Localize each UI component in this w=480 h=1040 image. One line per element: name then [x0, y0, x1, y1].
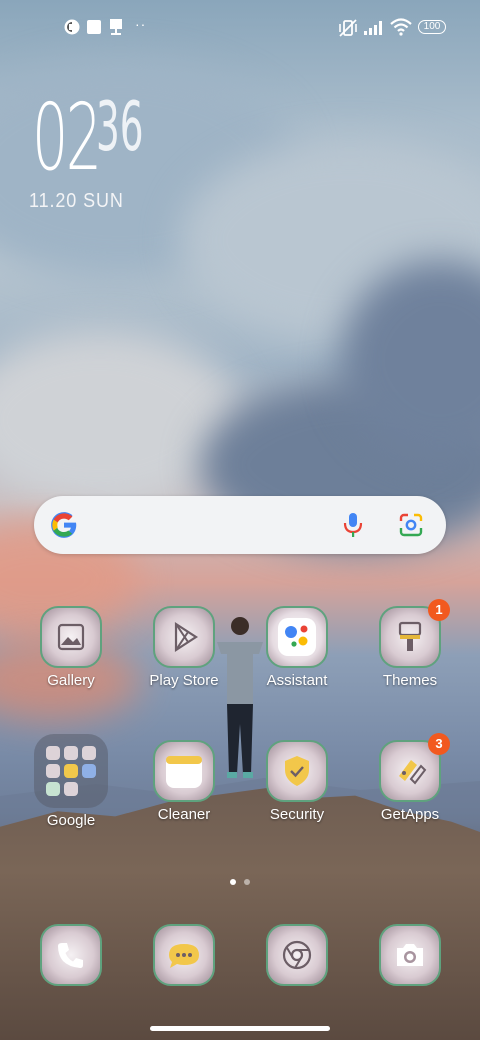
google-lens-icon[interactable]: [398, 512, 424, 538]
wifi-icon: [390, 18, 412, 36]
security-shield-icon: [266, 740, 328, 802]
play-store-icon: [153, 606, 215, 668]
dock-chrome[interactable]: [247, 924, 347, 986]
battery-level: 100: [423, 21, 441, 32]
app-label: Themes: [382, 672, 438, 689]
app-label: Cleaner: [157, 806, 211, 823]
app-getapps[interactable]: 3 GetApps: [360, 733, 460, 823]
dock-camera[interactable]: [360, 924, 460, 986]
dock-phone[interactable]: [21, 924, 121, 986]
camera-icon: [379, 924, 441, 986]
app-cleaner[interactable]: Cleaner: [134, 740, 234, 823]
download-notification-icon: [110, 19, 122, 35]
clock-minute: 36: [96, 88, 144, 167]
app-label: Play Store: [149, 672, 219, 689]
notification-badge: 1: [428, 599, 450, 621]
app-label: Google: [46, 812, 96, 829]
themes-brush-icon: 1: [379, 599, 450, 668]
messages-icon: [153, 924, 215, 986]
dock-messages[interactable]: [134, 924, 234, 986]
app-security[interactable]: Security: [247, 740, 347, 823]
notification-badge: 3: [428, 733, 450, 755]
gallery-icon: [40, 606, 102, 668]
gesture-navigation-bar[interactable]: [150, 1026, 330, 1031]
clock-widget[interactable]: 02 36 11.20 SUN: [29, 84, 144, 213]
microphone-icon[interactable]: [342, 511, 364, 539]
chrome-icon: [266, 924, 328, 986]
google-search-bar[interactable]: [34, 496, 446, 554]
clock-hour: 02: [32, 84, 102, 191]
google-g-icon: [51, 512, 77, 538]
app-label: Security: [269, 806, 325, 823]
google-folder-icon: [34, 734, 108, 808]
signal-icon: [364, 21, 382, 35]
getapps-icon: 3: [379, 733, 450, 802]
more-notifications-icon: ··: [135, 16, 147, 32]
app-label: GetApps: [380, 806, 440, 823]
page-indicator[interactable]: [0, 872, 480, 890]
page-dot: [244, 879, 250, 885]
phone-icon: [40, 924, 102, 986]
app-label: Assistant: [266, 672, 328, 689]
app-assistant[interactable]: Assistant: [247, 606, 347, 689]
clock-date: 11.20 SUN: [29, 190, 124, 212]
app-themes[interactable]: 1 Themes: [360, 599, 460, 689]
app-play-store[interactable]: Play Store: [134, 606, 234, 689]
status-bar: ·· 100: [0, 0, 480, 56]
app-gallery[interactable]: Gallery: [21, 606, 121, 689]
square-notification-icon: [87, 20, 101, 34]
app-notification-icon: [64, 19, 80, 35]
app-label: Gallery: [47, 672, 95, 689]
app-folder-google[interactable]: Google: [21, 734, 121, 829]
page-dot-active: [230, 879, 236, 885]
vibrate-off-icon: [339, 19, 357, 37]
cleaner-icon: [153, 740, 215, 802]
battery-icon: 100: [418, 20, 446, 34]
assistant-icon: [266, 606, 328, 668]
